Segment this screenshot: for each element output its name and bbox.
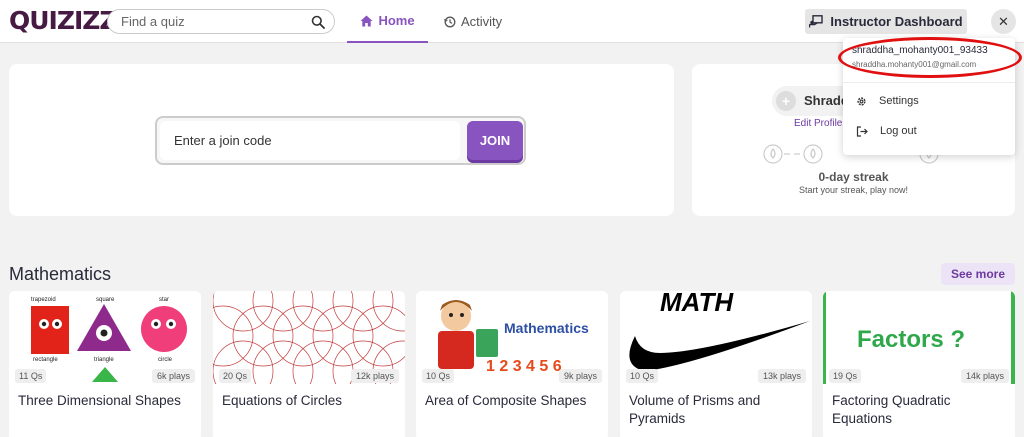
quiz-title: Area of Composite Shapes [425,393,587,408]
plays-count-badge: 9k plays [558,369,602,383]
dropdown-item-logout[interactable]: Log out [856,125,917,137]
plays-count-badge: 14k plays [960,369,1009,383]
search-icon[interactable] [311,15,325,29]
home-icon [360,15,373,26]
quiz-title: Volume of Prisms and Pyramids [629,393,761,426]
question-count-badge: 10 Qs [626,369,659,383]
quiz-title: Factoring Quadratic Equations [832,393,951,426]
logout-label: Log out [880,125,917,137]
quiz-card[interactable]: trapezoid square star rectangle triangle… [9,291,201,437]
shape-label: square [96,297,115,303]
shape-label: rectangle [33,357,58,363]
see-more-button[interactable]: See more [941,263,1015,285]
settings-label: Settings [879,95,919,107]
logout-icon [856,125,868,137]
dropdown-divider [843,82,1015,83]
question-count-badge: 10 Qs [422,369,455,383]
search-input[interactable] [121,14,311,29]
question-count-badge: 19 Qs [829,369,862,383]
shape-label: trapezoid [31,297,56,303]
highlight-annotation [838,37,1022,78]
quiz-title: Three Dimensional Shapes [18,393,181,408]
close-icon: ✕ [998,13,1009,29]
thumb-banner-text: Mathematics [504,320,589,336]
join-button[interactable]: JOIN [467,121,523,160]
instructor-dashboard-label: Instructor Dashboard [830,14,963,29]
presentation-icon [809,15,824,28]
instructor-dashboard-button[interactable]: Instructor Dashboard [805,9,967,34]
top-header: QUIZIZZ Home Activity Instructor Dashboa… [0,0,1024,43]
add-avatar-icon[interactable]: + [776,91,796,111]
streak-count: 0-day streak [818,170,889,184]
tab-activity[interactable]: Activity [444,0,502,43]
history-icon [444,16,456,27]
quiz-card[interactable]: 20 Qs 12k plays Equations of Circles [213,291,405,437]
quiz-card[interactable]: Factors ? 19 Qs 14k plays Factoring Quad… [823,291,1015,437]
tab-activity-label: Activity [461,14,503,29]
join-code-box: JOIN [155,116,526,165]
quiz-card[interactable]: Mathematics 1 2 3 4 5 6 10 Qs 9k plays A… [416,291,608,437]
plays-count-badge: 12k plays [350,369,399,383]
thumb-factors-text: Factors ? [857,326,965,353]
tab-home-label: Home [378,13,415,28]
shape-label: star [159,297,169,303]
svg-text:1 2 3 4 5 6: 1 2 3 4 5 6 [486,358,562,375]
search-bar[interactable] [107,9,335,34]
section-title: Mathematics [9,264,112,284]
plays-count-badge: 6k plays [151,369,195,383]
quizizz-logo[interactable]: QUIZIZZ [9,6,118,35]
question-count-badge: 11 Qs [15,369,47,383]
close-menu-button[interactable]: ✕ [991,9,1016,34]
thumb-logo-text: MATH [660,291,734,317]
shape-label: circle [158,357,173,363]
dropdown-item-settings[interactable]: Settings [856,95,919,107]
edit-profile-link[interactable]: Edit Profile [794,118,842,129]
tab-home[interactable]: Home [347,0,428,43]
streak-subtitle: Start your streak, play now! [798,185,909,195]
quiz-title: Equations of Circles [222,393,343,408]
gear-icon [857,96,866,106]
plays-count-badge: 13k plays [757,369,806,383]
shape-label: triangle [94,357,114,363]
join-card: JOIN [9,64,674,216]
quiz-card[interactable]: MATH 10 Qs 13k plays Volume of Prisms an… [620,291,812,437]
join-code-input[interactable] [160,121,460,160]
question-count-badge: 20 Qs [219,369,252,383]
